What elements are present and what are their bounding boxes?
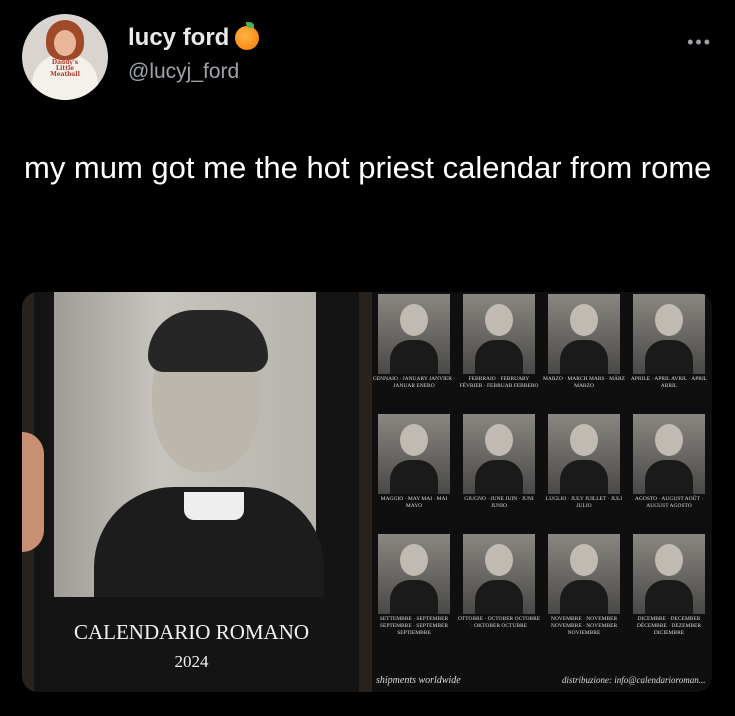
more-options-icon[interactable]: •••	[687, 32, 712, 53]
month-cell: SETTEMBRE · SEPTEMBER SEPTEMBRE · SEPTEM…	[372, 532, 456, 650]
month-photo	[548, 534, 620, 614]
avatar-shirt-text: Daddy's Little Meatball	[50, 59, 80, 78]
avatar[interactable]: Daddy's Little Meatball	[22, 14, 108, 100]
month-cell: MAGGIO · MAY MAI · MAI MAYO	[372, 412, 456, 530]
month-label: SETTEMBRE · SEPTEMBER SEPTEMBRE · SEPTEM…	[379, 616, 449, 636]
month-label: GENNAIO · JANUARY JANVIER · JANUAR ENERO	[372, 376, 456, 389]
month-cell: LUGLIO · JULY JUILLET · JULI JULIO	[542, 412, 626, 530]
month-label: AGOSTO · AUGUST AOÛT · AUGUST AGOSTO	[634, 496, 704, 509]
month-photo	[633, 294, 705, 374]
month-label: GIUGNO · JUNE JUIN · JUNI JUNIO	[464, 496, 534, 509]
month-label: NOVEMBRE · NOVEMBER NOVEMBRE · NOVEMBER …	[550, 616, 618, 636]
cover-photo	[54, 292, 324, 597]
clerical-collar	[184, 492, 244, 520]
month-photo	[633, 534, 705, 614]
month-cell: NOVEMBRE · NOVEMBER NOVEMBRE · NOVEMBER …	[542, 532, 626, 650]
user-handle[interactable]: @lucyj_ford	[128, 60, 239, 84]
month-cell: MARZO · MARCH MARS · MÄRZ MARZO	[542, 292, 626, 410]
calendar-cover: CALENDARIO ROMANO 2024	[34, 292, 359, 692]
tweet-header: Daddy's Little Meatball lucy ford @lucyj…	[22, 14, 712, 104]
calendar-back: GENNAIO · JANUARY JANVIER · JANUAR ENERO…	[372, 292, 712, 692]
shipping-note: shipments worldwide	[376, 675, 461, 686]
month-photo	[378, 294, 450, 374]
tweet-text: my mum got me the hot priest calendar fr…	[24, 150, 712, 185]
cover-title: CALENDARIO ROMANO	[73, 620, 310, 644]
month-cell: GIUGNO · JUNE JUIN · JUNI JUNIO	[457, 412, 541, 530]
month-photo	[378, 414, 450, 494]
orange-emoji-icon	[235, 22, 260, 50]
priest-hair	[148, 310, 268, 372]
month-cell: DICEMBRE · DECEMBER DÉCEMBRE · DEZEMBER …	[627, 532, 711, 650]
month-label: LUGLIO · JULY JUILLET · JULI JULIO	[545, 496, 623, 509]
month-photo	[463, 534, 535, 614]
month-photo	[378, 534, 450, 614]
distribution-note: distribuzione: info@calendarioroman...	[562, 675, 706, 685]
month-cell: AGOSTO · AUGUST AOÛT · AUGUST AGOSTO	[627, 412, 711, 530]
month-cell: APRILE · APRIL AVRIL · APRIL ABRIL	[627, 292, 711, 410]
hand	[22, 432, 44, 552]
month-photo	[463, 414, 535, 494]
month-grid: GENNAIO · JANUARY JANVIER · JANUAR ENERO…	[372, 292, 712, 672]
month-photo	[548, 414, 620, 494]
month-cell: GENNAIO · JANUARY JANVIER · JANUAR ENERO	[372, 292, 456, 410]
month-cell: FEBBRAIO · FEBRUARY FÉVRIER · FEBRUAR FE…	[457, 292, 541, 410]
month-label: MAGGIO · MAY MAI · MAI MAYO	[380, 496, 448, 509]
month-photo	[548, 294, 620, 374]
month-label: DICEMBRE · DECEMBER DÉCEMBRE · DEZEMBER …	[636, 616, 702, 636]
month-label: APRILE · APRIL AVRIL · APRIL ABRIL	[630, 376, 708, 389]
display-name[interactable]: lucy ford	[128, 24, 229, 52]
month-label: FEBBRAIO · FEBRUARY FÉVRIER · FEBRUAR FE…	[459, 376, 539, 389]
cover-year: 2024	[174, 652, 209, 671]
month-photo	[463, 294, 535, 374]
tweet-photo[interactable]: CALENDARIO ROMANO 2024 GENNAIO · JANUARY…	[22, 292, 712, 692]
month-label: OTTOBRE · OCTOBER OCTOBRE · OKTOBER OCTU…	[457, 616, 541, 629]
month-label: MARZO · MARCH MARS · MÄRZ MARZO	[542, 376, 626, 389]
month-cell: OTTOBRE · OCTOBER OCTOBRE · OKTOBER OCTU…	[457, 532, 541, 650]
name-row: lucy ford	[128, 22, 260, 52]
avatar-face	[54, 30, 76, 56]
month-photo	[633, 414, 705, 494]
